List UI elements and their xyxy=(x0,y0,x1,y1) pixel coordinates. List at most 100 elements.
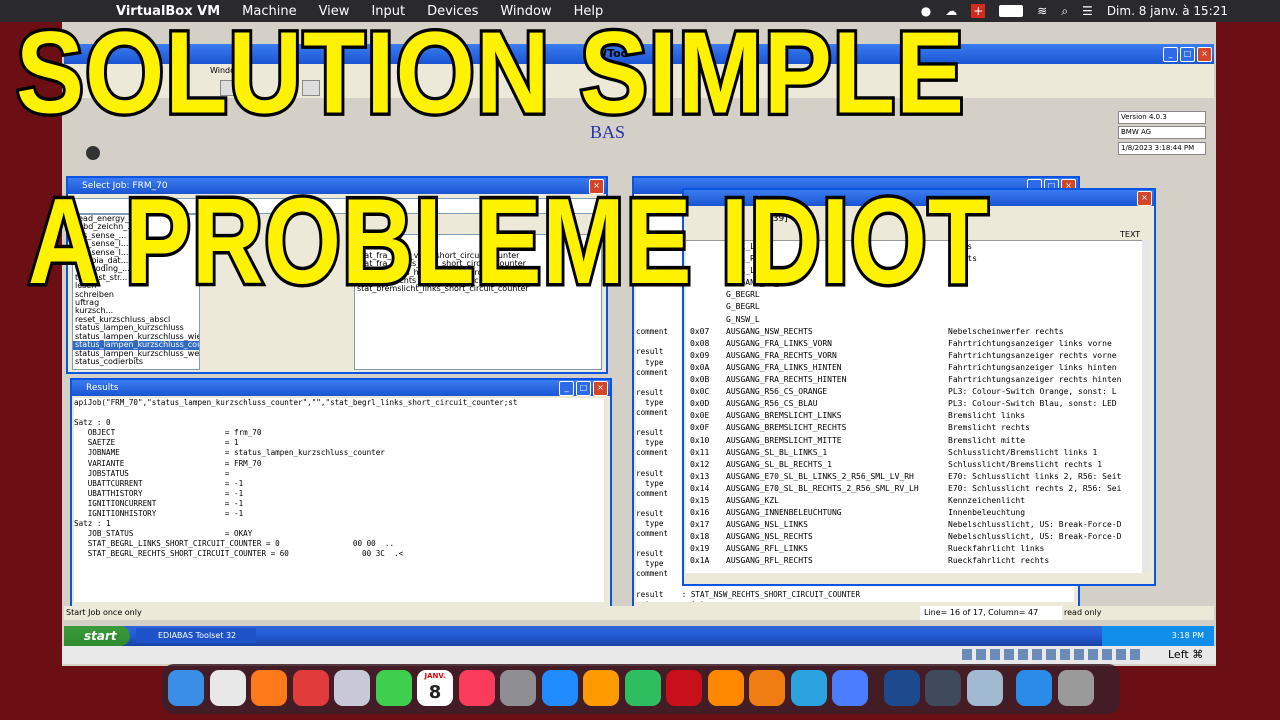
table-row[interactable]: 0x09 AUSGANG_FRA_RECHTS_VORN Fahrtrichtung… xyxy=(686,350,1142,362)
overlay-title-line1: SOLUTION SIMPLE xyxy=(13,5,967,142)
close-icon[interactable]: × xyxy=(593,381,608,396)
table-cell: Fahrtrichtungsanzeiger links vorne xyxy=(948,338,1112,348)
table-cell: Schlusslicht/Bremslicht links 1 xyxy=(948,447,1098,457)
maximize-icon[interactable]: □ xyxy=(1180,47,1195,62)
taskbar-item-ediabas[interactable]: EDIABAS Toolset 32 xyxy=(136,628,256,643)
table-cell: Fahrtrichtungsanzeiger rechts vorne xyxy=(948,350,1117,360)
firefox-icon[interactable] xyxy=(251,670,287,706)
table-cell: Kennzeichenlicht xyxy=(948,495,1026,505)
calendar-icon[interactable]: JANV. 8 xyxy=(417,670,453,706)
filezilla-icon[interactable] xyxy=(666,670,702,706)
table-row[interactable]: 0x0D AUSGANG_R56_CS_BLAU PL3: Colour-Switc… xyxy=(686,398,1142,410)
results-text-area[interactable]: apiJob("FRM_70","status_lampen_kurzschlu… xyxy=(74,398,604,602)
table-cell: Nebelscheinwerfer rechts xyxy=(948,326,1064,336)
table-cell: AUSGANG_FRA_RECHTS_VORN xyxy=(726,350,837,360)
status-bar: Start Job once only Line= 16 of 17, Colu… xyxy=(64,606,1214,620)
table-cell: AUSGANG_INNENBELEUCHTUNG xyxy=(726,508,842,518)
table-cell: AUSGANG_SL_BL_LINKS_1 xyxy=(726,447,828,457)
search-icon[interactable]: ⌕ xyxy=(1061,4,1068,19)
table-row[interactable]: 0x18 AUSGANG_NSL_RECHTS Nebelschlusslicht,… xyxy=(686,531,1142,543)
app-window-buttons: _ □ × xyxy=(1163,47,1212,62)
table-cell: AUSGANG_FRA_LINKS_VORN xyxy=(726,338,832,348)
table-row[interactable]: 0x15 AUSGANG_KZL Kennzeichenlicht xyxy=(686,495,1142,507)
minimize-icon[interactable]: _ xyxy=(1163,47,1178,62)
table-row[interactable]: 0x07 AUSGANG_NSW_RECHTS Nebelscheinwerfer … xyxy=(686,326,1142,338)
close-icon[interactable]: × xyxy=(1197,47,1212,62)
table-cell: 0x11 xyxy=(690,447,710,457)
start-button[interactable]: start xyxy=(64,626,130,646)
table-cell: 0x1A xyxy=(690,556,710,566)
vbox-status-bar: Left ⌘ xyxy=(62,646,1216,664)
table-row[interactable]: 0x10 AUSGANG_BREMSLICHT_MITTE Bremslicht m… xyxy=(686,435,1142,447)
tray-clock: 3:18 PM xyxy=(1171,631,1204,640)
table-row[interactable]: 0x12 AUSGANG_SL_BL_RECHTS_1 Schlusslicht/B… xyxy=(686,459,1142,471)
settings-icon[interactable] xyxy=(500,670,536,706)
table-cell: 0x14 xyxy=(690,483,710,493)
messages-icon[interactable] xyxy=(375,670,412,706)
wifi-icon[interactable]: ≋ xyxy=(1037,4,1047,18)
table-cell: AUSGANG_FRA_LINKS_HINTEN xyxy=(726,362,842,372)
preview-icon[interactable] xyxy=(966,670,1003,706)
table-row[interactable]: 0x0C AUSGANG_R56_CS_ORANGE PL3: Colour-Swi… xyxy=(686,386,1142,398)
table-cell: AUSGANG_FRA_RECHTS_HINTEN xyxy=(726,375,847,385)
table-cell: E70: Schlusslicht rechts 2, R56: Sei xyxy=(948,483,1122,493)
battery-icon[interactable] xyxy=(999,5,1024,17)
status-position: Line= 16 of 17, Column= 47 xyxy=(920,606,1062,620)
table-row[interactable]: 0x08 AUSGANG_FRA_LINKS_VORN Fahrtrichtungs… xyxy=(686,338,1142,350)
table-cell: Innenbeleuchtung xyxy=(948,508,1026,518)
finder-icon[interactable] xyxy=(168,670,204,706)
control-center-icon[interactable]: ☰ xyxy=(1082,4,1093,18)
table-cell: 0x18 xyxy=(690,532,710,542)
table-cell: 0x16 xyxy=(690,508,710,518)
flag-icon[interactable]: + xyxy=(971,4,986,18)
table-row[interactable]: 0x0F AUSGANG_BREMSLICHT_RECHTS Bremslicht … xyxy=(686,422,1142,434)
table-row[interactable]: 0x13 AUSGANG_E70_SL_BL_LINKS_2_R56_SML_LV… xyxy=(686,471,1142,483)
music-icon[interactable] xyxy=(458,670,495,706)
virtualbox-icon[interactable] xyxy=(883,670,920,706)
close-icon[interactable]: × xyxy=(1137,191,1152,206)
chrome-icon[interactable] xyxy=(209,670,246,706)
vbox-device-icons[interactable] xyxy=(962,649,1142,660)
table-row[interactable]: G_NSW_L xyxy=(686,314,1142,326)
table-cell: AUSGANG_NSW_RECHTS xyxy=(726,326,813,336)
nordvpn-icon[interactable] xyxy=(832,670,868,706)
table-cell: 0x0D xyxy=(690,399,710,409)
vivaldi-icon[interactable] xyxy=(292,670,329,706)
minimize-icon[interactable]: _ xyxy=(559,381,574,396)
vlc-icon[interactable] xyxy=(707,670,744,706)
table-row[interactable]: 0x14 AUSGANG_E70_SL_BL_RECHTS_2_R56_SML_R… xyxy=(686,483,1142,495)
table-row[interactable]: 0x17 AUSGANG_NSL_LINKS Nebelschlusslicht, … xyxy=(686,519,1142,531)
table-cell: Bremslicht links xyxy=(948,411,1026,421)
job-list-item[interactable]: status_codierbits xyxy=(73,357,199,366)
table-row[interactable]: 0x1A AUSGANG_RFL_RECHTS Rueckfahrlicht rec… xyxy=(686,555,1142,567)
table-row[interactable]: 0x0A AUSGANG_FRA_LINKS_HINTEN Fahrtrichtun… xyxy=(686,362,1142,374)
clock[interactable]: Dim. 8 janv. à 15:21 xyxy=(1107,4,1228,18)
results-title: Results xyxy=(86,383,119,393)
table-row[interactable]: 0x0B AUSGANG_FRA_RECHTS_HINTEN Fahrtrichtu… xyxy=(686,374,1142,386)
table-scrollbar[interactable] xyxy=(1142,240,1150,572)
version-box: Version 4.0.3 xyxy=(1118,111,1206,124)
table-row[interactable]: 0x16 AUSGANG_INNENBELEUCHTUNG Innenbeleuch… xyxy=(686,507,1142,519)
trash-icon[interactable] xyxy=(1057,670,1094,706)
results-window: Results _ □ × apiJob("FRM_70","status_la… xyxy=(70,378,612,608)
timestamp-box: 1/8/2023 3:18:44 PM xyxy=(1118,142,1206,155)
evernote-icon[interactable] xyxy=(624,670,661,706)
table-row[interactable]: 0x11 AUSGANG_SL_BL_LINKS_1 Schlusslicht/Br… xyxy=(686,447,1142,459)
downloads-icon[interactable] xyxy=(1016,670,1052,706)
telegram-icon[interactable] xyxy=(790,670,827,706)
fusion360-icon[interactable] xyxy=(749,670,785,706)
sublime-icon[interactable] xyxy=(583,670,619,706)
table-row[interactable]: 0x0E AUSGANG_BREMSLICHT_LINKS Bremslicht l… xyxy=(686,410,1142,422)
table-cell: AUSGANG_R56_CS_BLAU xyxy=(726,399,818,409)
appstore-icon[interactable] xyxy=(541,670,578,706)
table-cell: 0x13 xyxy=(690,471,710,481)
table-cell: 0x10 xyxy=(690,435,710,445)
table-cell: Bremslicht rechts xyxy=(948,423,1030,433)
table-cell: 0x08 xyxy=(690,338,710,348)
table-cell: AUSGANG_RFL_RECHTS xyxy=(726,556,813,566)
table-cell: 0x0C xyxy=(690,387,710,397)
maximize-icon[interactable]: □ xyxy=(576,381,591,396)
launchpad-icon[interactable] xyxy=(334,670,370,706)
quicktime-icon[interactable] xyxy=(925,670,961,706)
table-row[interactable]: 0x19 AUSGANG_RFL_LINKS Rueckfahrlicht link… xyxy=(686,543,1142,555)
